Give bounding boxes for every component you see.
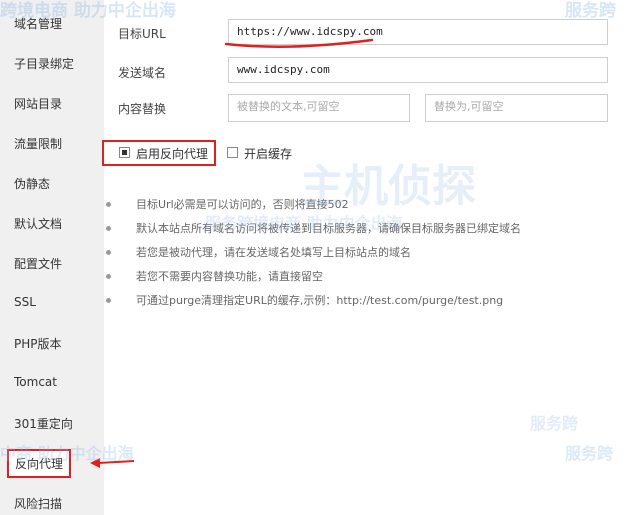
tip-item: 若您是被动代理，请在发送域名处填写上目标站点的域名	[106, 244, 411, 260]
sidebar-item-reverse-proxy[interactable]: 反向代理	[7, 449, 72, 478]
send-domain-label: 发送域名	[118, 66, 167, 80]
tip-item: 若您不需要内容替换功能，请直接留空	[106, 268, 323, 284]
sidebar-item-config-file[interactable]: 配置文件	[14, 255, 62, 272]
sidebar-item-tomcat[interactable]: Tomcat	[14, 375, 57, 389]
sidebar-item-ssl[interactable]: SSL	[14, 295, 36, 309]
tip-item: 可通过purge清理指定URL的缓存,示例：http://test.com/pu…	[105, 292, 503, 308]
watermark-text: 服务跨	[530, 414, 579, 433]
sidebar-item-traffic-limit[interactable]: 流量限制	[14, 135, 62, 152]
replace-to-input[interactable]: 替换为,可留空	[425, 94, 608, 122]
tip-item: 默认本站点所有域名访问将被传递到目标服务器，请确保目标服务器已绑定域名	[106, 220, 521, 236]
send-domain-input[interactable]: www.idcspy.com	[228, 57, 608, 83]
sidebar-item-301-redirect[interactable]: 301重定向	[14, 415, 73, 432]
sidebar-item-php-version[interactable]: PHP版本	[14, 335, 62, 352]
annotation-underline	[224, 38, 374, 48]
watermark-text: 服务跨	[565, 444, 614, 463]
sidebar-item-site-directory[interactable]: 网站目录	[14, 95, 62, 112]
enable-cache-label: 开启缓存	[244, 147, 293, 161]
target-url-label: 目标URL	[118, 27, 166, 41]
sidebar: 域名管理 子目录绑定 网站目录 流量限制 伪静态 默认文档 配置文件 SSL P…	[0, 0, 104, 515]
sidebar-item-rewrite[interactable]: 伪静态	[14, 175, 50, 192]
sidebar-item-subdirectory-binding[interactable]: 子目录绑定	[14, 55, 74, 72]
content-replace-label: 内容替换	[118, 102, 167, 116]
watermark-text: 服务跨	[565, 1, 616, 21]
tip-item: 目标Url必需是可以访问的，否则将直接502	[106, 196, 349, 212]
sidebar-item-risk-scan[interactable]: 风险扫描	[14, 495, 62, 512]
replace-from-input[interactable]: 被替换的文本,可留空	[228, 94, 410, 122]
enable-proxy-label: 启用反向代理	[136, 147, 209, 161]
enable-cache-checkbox[interactable]	[227, 147, 238, 158]
annotation-arrow	[90, 458, 135, 468]
sidebar-item-domain-management[interactable]: 域名管理	[14, 15, 62, 32]
enable-proxy-checkbox[interactable]	[119, 147, 130, 158]
sidebar-item-default-document[interactable]: 默认文档	[14, 215, 62, 232]
